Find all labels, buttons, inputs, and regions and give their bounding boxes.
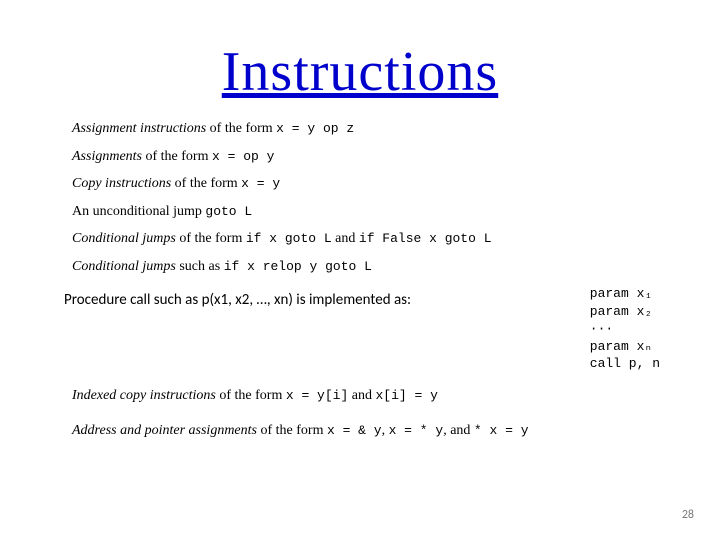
item-assignment-unary: Assignments of the form x = op y bbox=[72, 148, 660, 166]
label: Conditional jumps bbox=[72, 231, 176, 246]
item-assignment-binary: Assignment instructions of the form x = … bbox=[72, 120, 660, 138]
code: x = * y bbox=[389, 423, 444, 438]
slide-title: Instructions bbox=[0, 40, 720, 104]
code: * x = y bbox=[474, 423, 529, 438]
text: An unconditional jump bbox=[72, 204, 205, 219]
label: Address and pointer assignments bbox=[72, 423, 257, 438]
item-procedure-call: Procedure call such as p(x1, x2, …, xn) … bbox=[72, 285, 660, 373]
item-copy: Copy instructions of the form x = y bbox=[72, 175, 660, 193]
code: x = & y bbox=[327, 423, 382, 438]
procedure-code-block: param x₁ param x₂ ··· param xₙ call p, n bbox=[590, 285, 660, 373]
label: Copy instructions bbox=[72, 176, 171, 191]
item-cond-jump-2: Conditional jumps such as if x relop y g… bbox=[72, 258, 660, 276]
label: Assignments bbox=[72, 149, 142, 164]
text: , and bbox=[443, 423, 474, 438]
code: x = y bbox=[241, 176, 280, 191]
page-number: 28 bbox=[682, 508, 694, 522]
slide: Instructions Assignment instructions of … bbox=[0, 0, 720, 540]
procedure-text: Procedure call such as p(x1, x2, …, xn) … bbox=[64, 291, 560, 310]
item-goto: An unconditional jump goto L bbox=[72, 203, 660, 221]
label: Indexed copy instructions bbox=[72, 388, 216, 403]
code-line: ··· bbox=[590, 320, 660, 338]
text: and bbox=[348, 388, 375, 403]
item-indexed-copy: Indexed copy instructions of the form x … bbox=[72, 387, 660, 405]
code-line: param x₂ bbox=[590, 303, 660, 321]
text: of the form bbox=[206, 121, 276, 136]
text: of the form bbox=[216, 388, 286, 403]
text: , bbox=[382, 423, 389, 438]
code: if x relop y goto L bbox=[224, 259, 372, 274]
code: if x goto L bbox=[246, 231, 332, 246]
code: if False x goto L bbox=[359, 231, 492, 246]
code: x[i] = y bbox=[375, 388, 437, 403]
code: x = y op z bbox=[276, 121, 354, 136]
code: goto L bbox=[205, 204, 252, 219]
content-area: Assignment instructions of the form x = … bbox=[72, 120, 660, 450]
text: of the form bbox=[171, 176, 241, 191]
label: Conditional jumps bbox=[72, 259, 176, 274]
item-cond-jump-1: Conditional jumps of the form if x goto … bbox=[72, 230, 660, 248]
text: and bbox=[332, 231, 359, 246]
code-line: param xₙ bbox=[590, 338, 660, 356]
text: of the form bbox=[257, 423, 327, 438]
code-line: param x₁ bbox=[590, 285, 660, 303]
text: of the form bbox=[176, 231, 246, 246]
code-line: call p, n bbox=[590, 355, 660, 373]
code: x = op y bbox=[212, 149, 274, 164]
item-address-pointer: Address and pointer assignments of the f… bbox=[72, 422, 660, 440]
text: such as bbox=[176, 259, 224, 274]
text: of the form bbox=[142, 149, 212, 164]
code: x = y[i] bbox=[286, 388, 348, 403]
label: Assignment instructions bbox=[72, 121, 206, 136]
